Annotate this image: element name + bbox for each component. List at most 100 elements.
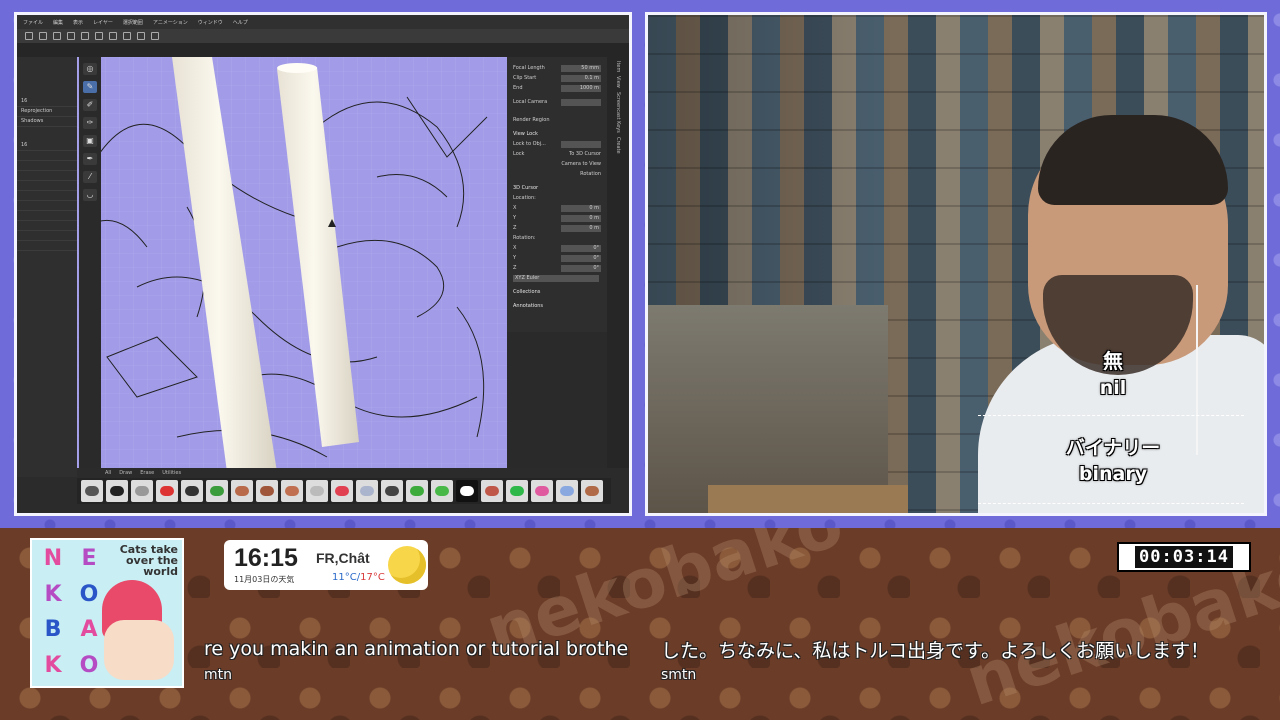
prop-label: Y (513, 215, 517, 221)
brush-preset[interactable] (356, 480, 378, 502)
brush-preset[interactable] (531, 480, 553, 502)
brush-tab-all[interactable]: All (105, 470, 111, 476)
panel-row[interactable] (17, 171, 77, 181)
prop-label: End (513, 85, 523, 91)
menu-item[interactable]: アニメーション (153, 19, 188, 26)
brush-tab-utilities[interactable]: Utilities (162, 470, 181, 476)
menu-item[interactable]: 表示 (73, 19, 83, 26)
brush-tab-erase[interactable]: Erase (140, 470, 154, 476)
brush-preset[interactable] (256, 480, 278, 502)
menu-item[interactable]: ヘルプ (233, 19, 248, 26)
menu-item[interactable]: 編集 (53, 19, 63, 26)
lock-object-field[interactable] (561, 140, 601, 148)
prop-row: Rotation (507, 169, 607, 179)
view-lock-section[interactable]: View Lock (507, 129, 607, 139)
brush-preset[interactable] (406, 480, 428, 502)
save-icon[interactable] (53, 32, 61, 40)
brush-preset[interactable] (506, 480, 528, 502)
layer-icon[interactable] (123, 32, 131, 40)
panel-row[interactable] (17, 181, 77, 191)
clip-start-field[interactable]: 0.1 m (561, 74, 601, 82)
brush-preset[interactable] (306, 480, 328, 502)
prop-row: Z 0° (507, 263, 607, 273)
panel-row[interactable]: Shadows (17, 117, 77, 127)
panel-row[interactable] (17, 151, 77, 161)
tab-create[interactable]: Create (615, 137, 621, 154)
panel-row[interactable] (17, 201, 77, 211)
brush-preset[interactable] (581, 480, 603, 502)
line-icon[interactable]: ⁄ (83, 171, 97, 183)
location-y-field[interactable]: 0 m (561, 214, 601, 222)
undo-icon[interactable] (25, 32, 33, 40)
rotation-x-field[interactable]: 0° (561, 244, 601, 252)
cursor-section[interactable]: 3D Cursor (507, 183, 607, 193)
panel-row[interactable] (17, 161, 77, 171)
panel-row[interactable] (17, 221, 77, 231)
tab-screencast-keys[interactable]: Screencast Keys (615, 92, 621, 133)
brush-preset[interactable] (431, 480, 453, 502)
rotation-y-field[interactable]: 0° (561, 254, 601, 262)
render-region-checkbox[interactable]: Render Region (513, 117, 550, 123)
target-icon[interactable]: ◎ (83, 63, 97, 75)
drawing-viewport[interactable] (77, 57, 507, 472)
tab-view[interactable]: View (615, 76, 621, 88)
menu-item[interactable]: ファイル (23, 19, 43, 26)
panel-row[interactable]: 16 (17, 141, 77, 151)
clip-end-field[interactable]: 1000 m (561, 84, 601, 92)
brush-preset[interactable] (281, 480, 303, 502)
location-z-field[interactable]: 0 m (561, 224, 601, 232)
brush-tab-draw[interactable]: Draw (119, 470, 132, 476)
brush-preset[interactable] (556, 480, 578, 502)
panel-row[interactable] (17, 211, 77, 221)
properties-empty-area (507, 332, 607, 477)
brush-preset[interactable] (381, 480, 403, 502)
menu-item[interactable]: 選択範囲 (123, 19, 143, 26)
panel-row[interactable] (17, 191, 77, 201)
brush-preset[interactable] (81, 480, 103, 502)
screen-capture-frame: ファイル 編集 表示 レイヤー 選択範囲 アニメーション ウィンドウ ヘルプ 1… (14, 12, 632, 516)
brush-preset[interactable] (181, 480, 203, 502)
weather-temperature: 11°C/17°C (332, 572, 385, 583)
crop-icon[interactable] (81, 32, 89, 40)
select-icon[interactable] (95, 32, 103, 40)
tab-item[interactable]: Item (615, 61, 621, 72)
brush-preset[interactable] (156, 480, 178, 502)
fill-icon[interactable] (109, 32, 117, 40)
panel-row[interactable]: Reprojection (17, 107, 77, 117)
brush-preset[interactable] (456, 480, 478, 502)
properties-panel: Focal Length 50 mm Clip Start 0.1 m End 100… (507, 57, 607, 332)
rotation-mode-select[interactable]: XYZ Euler (513, 274, 599, 282)
brush-preset[interactable] (481, 480, 503, 502)
ruler-icon[interactable] (151, 32, 159, 40)
rotation-checkbox[interactable]: Rotation (580, 171, 601, 177)
focal-length-field[interactable]: 50 mm (561, 64, 601, 72)
brush-preset[interactable] (106, 480, 128, 502)
brush-preset[interactable] (231, 480, 253, 502)
logo-letters: N E K O B A K O (36, 544, 106, 684)
menu-item[interactable]: ウィンドウ (198, 19, 223, 26)
camera-to-view-checkbox[interactable]: Camera to View (561, 161, 601, 167)
redo-icon[interactable] (39, 32, 47, 40)
menu-item[interactable]: レイヤー (93, 19, 113, 26)
local-camera-field[interactable] (561, 98, 601, 106)
transform-icon[interactable] (67, 32, 75, 40)
panel-row[interactable]: 16 (17, 97, 77, 107)
grid-icon[interactable] (137, 32, 145, 40)
fill-tool-icon[interactable]: ▣ (83, 135, 97, 147)
eyedropper-icon[interactable]: ✒ (83, 153, 97, 165)
panel-row[interactable] (17, 231, 77, 241)
brush-preset[interactable] (331, 480, 353, 502)
app-toolbar (17, 29, 629, 43)
eraser-icon[interactable]: ✑ (83, 117, 97, 129)
panel-row[interactable] (17, 241, 77, 251)
collections-section[interactable]: Collections (507, 287, 607, 297)
brush-preset[interactable] (206, 480, 228, 502)
to-3d-cursor-checkbox[interactable]: To 3D Cursor (569, 151, 601, 157)
annotations-section[interactable]: Annotations (507, 301, 607, 311)
brush-icon[interactable]: ✐ (83, 99, 97, 111)
pen-icon[interactable]: ✎ (83, 81, 97, 93)
rotation-z-field[interactable]: 0° (561, 264, 601, 272)
brush-preset[interactable] (131, 480, 153, 502)
curve-icon[interactable]: ◡ (83, 189, 97, 201)
location-x-field[interactable]: 0 m (561, 204, 601, 212)
